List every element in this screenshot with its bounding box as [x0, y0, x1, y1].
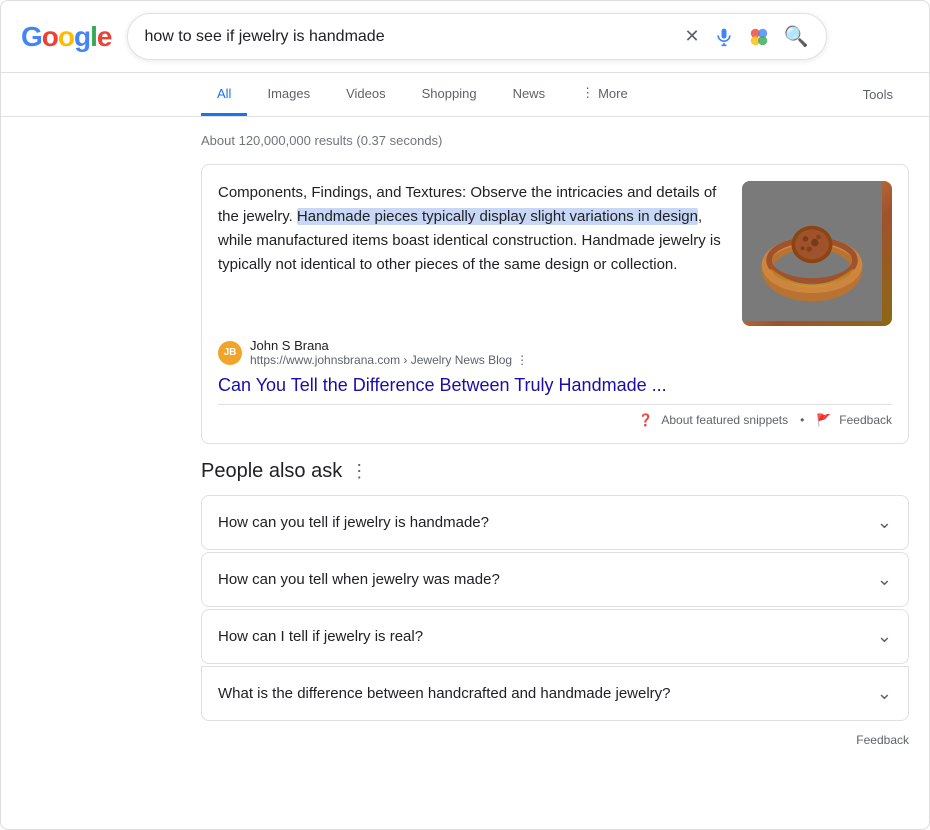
snippet-text-highlighted: Handmade pieces typically display slight… — [297, 208, 698, 225]
clear-button[interactable]: ✕ — [682, 24, 701, 49]
feedback-icon: 🚩 — [816, 413, 831, 427]
nav-tabs: All Images Videos Shopping News ⋮ More T… — [1, 73, 929, 117]
paa-menu-icon[interactable]: ⋮ — [350, 461, 368, 482]
header: Google ✕ — [1, 1, 929, 73]
main-content: About 120,000,000 results (0.37 seconds)… — [1, 117, 929, 771]
paa-question-2: How can you tell when jewelry was made? — [218, 571, 500, 588]
search-bar: ✕ — [127, 13, 827, 60]
snippet-image — [742, 181, 892, 326]
tab-all[interactable]: All — [201, 74, 247, 116]
mic-icon — [714, 27, 734, 47]
source-info: John S Brana https://www.johnsbrana.com … — [250, 338, 528, 367]
paa-header: People also ask ⋮ — [201, 460, 909, 483]
lens-button[interactable] — [746, 24, 772, 50]
clear-icon: ✕ — [684, 26, 699, 47]
chevron-down-icon: ⌄ — [877, 569, 892, 590]
paa-question-3: How can I tell if jewelry is real? — [218, 628, 423, 645]
tab-shopping[interactable]: Shopping — [406, 74, 493, 116]
search-icons: ✕ — [682, 22, 810, 51]
google-logo: Google — [21, 21, 111, 53]
dot-separator: • — [800, 413, 804, 427]
tab-videos[interactable]: Videos — [330, 74, 402, 116]
search-icon: 🔍 — [784, 24, 809, 49]
feedback-text[interactable]: Feedback — [839, 413, 892, 427]
source-row: JB John S Brana https://www.johnsbrana.c… — [218, 338, 892, 367]
about-snippets-text[interactable]: About featured snippets — [661, 413, 788, 427]
paa-question-4: What is the difference between handcraft… — [218, 685, 671, 702]
tab-images[interactable]: Images — [251, 74, 326, 116]
snippet-body: Components, Findings, and Textures: Obse… — [218, 181, 892, 326]
paa-item[interactable]: How can I tell if jewelry is real? ⌄ — [201, 609, 909, 664]
source-favicon: JB — [218, 341, 242, 365]
snippet-footer: ❓ About featured snippets • 🚩 Feedback — [218, 404, 892, 427]
chevron-down-icon: ⌄ — [877, 512, 892, 533]
tools-button[interactable]: Tools — [847, 75, 909, 114]
snippet-link[interactable]: Can You Tell the Difference Between Trul… — [218, 375, 892, 396]
paa-item[interactable]: How can you tell when jewelry was made? … — [201, 552, 909, 607]
voice-search-button[interactable] — [712, 25, 736, 49]
paa-question-1: How can you tell if jewelry is handmade? — [218, 514, 489, 531]
paa-item[interactable]: How can you tell if jewelry is handmade?… — [201, 495, 909, 550]
source-menu-icon[interactable]: ⋮ — [516, 353, 528, 367]
search-input[interactable] — [144, 28, 674, 46]
jewelry-svg — [742, 181, 882, 321]
question-icon: ❓ — [638, 413, 653, 427]
snippet-text: Components, Findings, and Textures: Obse… — [218, 181, 726, 277]
source-name: John S Brana — [250, 338, 528, 353]
tab-more[interactable]: ⋮ More — [565, 73, 644, 116]
tab-news[interactable]: News — [497, 74, 562, 116]
chevron-down-icon: ⌄ — [877, 626, 892, 647]
featured-snippet: Components, Findings, and Textures: Obse… — [201, 164, 909, 444]
paa-section: People also ask ⋮ How can you tell if je… — [201, 460, 909, 721]
paa-title: People also ask — [201, 460, 342, 483]
paa-item[interactable]: What is the difference between handcraft… — [201, 666, 909, 721]
search-button[interactable]: 🔍 — [782, 22, 811, 51]
source-url: https://www.johnsbrana.com › Jewelry New… — [250, 353, 528, 367]
lens-icon — [748, 26, 770, 48]
chevron-down-icon: ⌄ — [877, 683, 892, 704]
results-count: About 120,000,000 results (0.37 seconds) — [201, 133, 909, 148]
bottom-feedback[interactable]: Feedback — [201, 725, 909, 755]
